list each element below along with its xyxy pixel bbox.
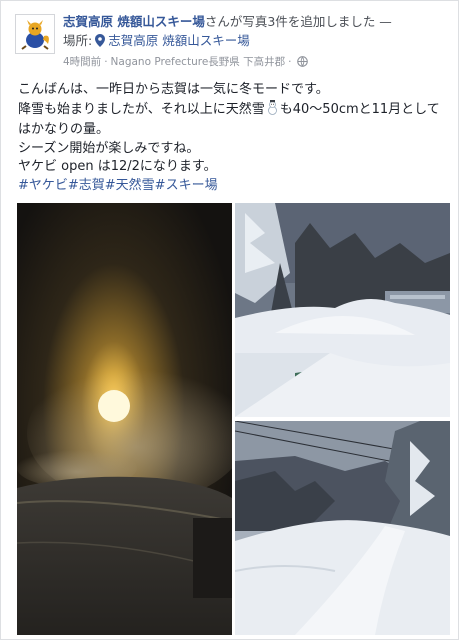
- post-text: こんばんは、一昨日から志賀は一気に冬モードです。 降雪も始まりましたが、それ以上…: [18, 81, 450, 195]
- location-prefix: 場所:: [63, 33, 93, 48]
- post-text-line: 降雪も始まりましたが、それ以上に天然雪 も40〜50cmと11月として: [18, 99, 450, 122]
- hashtag-links[interactable]: #ヤケビ#志賀#天然雪#スキー場: [18, 177, 450, 196]
- photo-grid: [17, 203, 450, 635]
- snowman-emoji-icon: [266, 99, 279, 122]
- post-text-line: シーズン開始が楽しみですね。: [18, 140, 200, 156]
- post-meta-line: 4時間前 · Nagano Prefecture長野県 下高井郡 ·: [63, 54, 450, 72]
- photo-night-image: [17, 203, 232, 635]
- post-text-line: はかなりの量。: [18, 122, 110, 137]
- location-link[interactable]: 志賀高原 焼額山スキー場: [108, 33, 249, 48]
- mascot-logo-icon: [21, 20, 49, 50]
- photo-trees-image: [235, 203, 450, 417]
- post-header: 志賀高原 焼額山スキー場さんが写真3件を追加しました — 場所: 志賀高原 焼額山…: [15, 11, 450, 71]
- post-action-text: さんが写真3件を追加しました —: [204, 14, 392, 29]
- meta-separator: ·: [288, 56, 292, 68]
- post-title-line: 志賀高原 焼額山スキー場さんが写真3件を追加しました —: [63, 13, 450, 31]
- photo-snowmaking-night[interactable]: [17, 203, 232, 635]
- page-avatar[interactable]: [15, 14, 55, 54]
- photo-ski-slope[interactable]: [235, 421, 450, 635]
- meta-separator: ·: [104, 56, 108, 68]
- post-timestamp[interactable]: 4時間前: [63, 56, 101, 68]
- page-name-link[interactable]: 志賀高原 焼額山スキー場: [63, 14, 205, 29]
- photo-slope-image: [235, 421, 450, 635]
- post-card: 志賀高原 焼額山スキー場さんが写真3件を追加しました — 場所: 志賀高原 焼額山…: [0, 0, 459, 640]
- post-text-line: ヤケビ open は12/2になります。: [18, 159, 217, 174]
- post-text-line: こんばんは、一昨日から志賀は一気に冬モードです。: [18, 82, 329, 97]
- globe-icon[interactable]: [297, 56, 309, 72]
- location-line: 場所: 志賀高原 焼額山スキー場: [63, 32, 450, 52]
- place-detail: Nagano Prefecture長野県 下高井郡: [110, 56, 286, 68]
- location-pin-icon: [95, 34, 106, 52]
- photo-snow-trees[interactable]: [235, 203, 450, 417]
